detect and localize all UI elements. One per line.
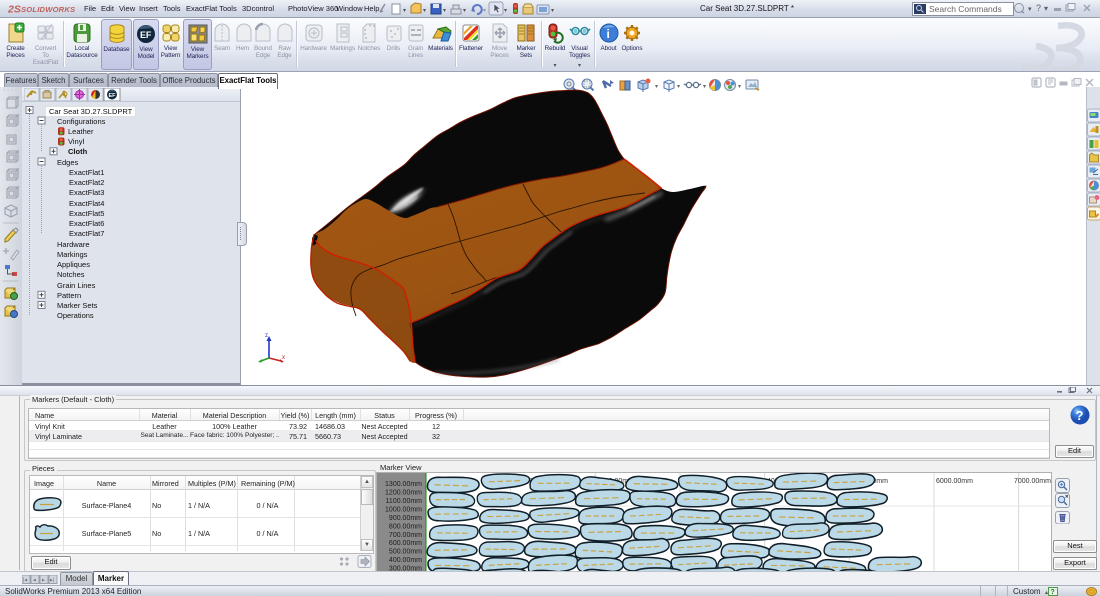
svg-text:|◂: |◂ xyxy=(23,578,27,584)
svg-text:400.00mm: 400.00mm xyxy=(389,557,422,564)
svg-text:▾: ▾ xyxy=(504,8,507,14)
svg-text:900.00mm: 900.00mm xyxy=(389,515,422,522)
svg-text:1000.00mm: 1000.00mm xyxy=(385,506,422,513)
svg-text:▾: ▾ xyxy=(483,8,486,14)
svg-text:800.00mm: 800.00mm xyxy=(389,523,422,530)
svg-text:▾: ▾ xyxy=(443,8,446,14)
svg-text:▾: ▾ xyxy=(463,8,466,14)
svg-text:1100.00mm: 1100.00mm xyxy=(386,498,423,505)
svg-text:SOLIDWORKS: SOLIDWORKS xyxy=(21,5,75,14)
svg-text:▾: ▾ xyxy=(738,84,741,90)
svg-text:6000.00mm: 6000.00mm xyxy=(936,478,973,485)
svg-text:x: x xyxy=(282,355,285,361)
svg-text:▾: ▾ xyxy=(1044,4,1048,13)
svg-text:EF: EF xyxy=(140,30,152,40)
svg-text:1200.00mm: 1200.00mm xyxy=(385,490,422,497)
svg-text:1300.00mm: 1300.00mm xyxy=(385,481,422,488)
svg-text:600.00mm: 600.00mm xyxy=(389,540,422,547)
svg-text:▾: ▾ xyxy=(423,8,426,14)
svg-text:▸: ▸ xyxy=(42,578,45,584)
svg-text:▾: ▾ xyxy=(551,8,554,14)
svg-text:▾: ▾ xyxy=(1028,6,1032,13)
svg-text:7000.00mm: 7000.00mm xyxy=(1014,478,1051,485)
svg-text:?: ? xyxy=(1076,408,1084,423)
svg-text:z: z xyxy=(265,333,268,339)
svg-text:2S: 2S xyxy=(8,4,21,16)
svg-text:?: ? xyxy=(1036,3,1041,13)
svg-text:?: ? xyxy=(1051,589,1055,596)
svg-text:▾: ▾ xyxy=(403,8,406,14)
svg-text:▸|: ▸| xyxy=(50,578,54,584)
svg-text:i: i xyxy=(606,27,609,41)
svg-text:500.00mm: 500.00mm xyxy=(389,549,422,556)
svg-text:◂: ◂ xyxy=(33,578,36,584)
svg-text:700.00mm: 700.00mm xyxy=(389,532,422,539)
